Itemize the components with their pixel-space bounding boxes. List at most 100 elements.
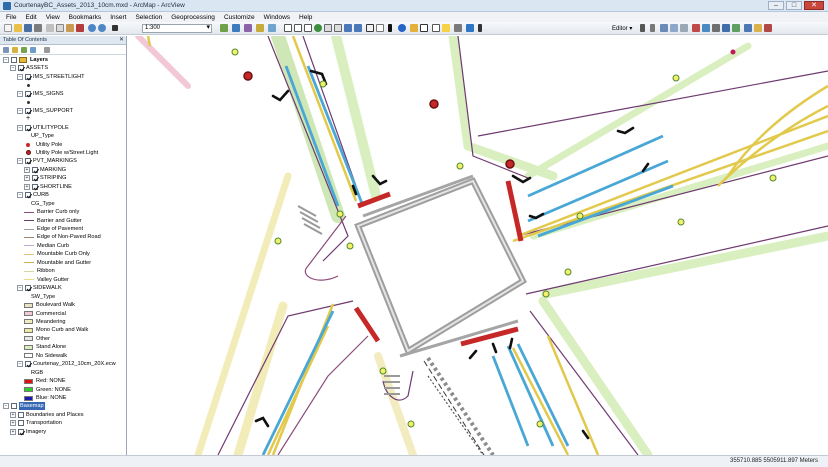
- layer-visibility-checkbox[interactable]: [25, 361, 31, 368]
- list-by-source-icon[interactable]: [12, 47, 18, 53]
- map-canvas[interactable]: [128, 36, 828, 455]
- menu-windows[interactable]: Windows: [264, 14, 290, 21]
- menu-bookmarks[interactable]: Bookmarks: [69, 14, 102, 21]
- toc-close-icon[interactable]: ✕: [119, 36, 124, 45]
- layer-visibility-checkbox[interactable]: [32, 166, 38, 173]
- toc-row[interactable]: No Sidewalk: [24, 352, 67, 360]
- save-icon[interactable]: [24, 24, 32, 32]
- close-button[interactable]: ✕: [804, 1, 824, 10]
- toc-row[interactable]: − Courtenay_2012_10cm_20X.ecw: [17, 360, 116, 368]
- expand-icon[interactable]: +: [24, 175, 30, 182]
- layer-visibility-checkbox[interactable]: [25, 158, 31, 165]
- toc-row[interactable]: + MARKING: [24, 166, 66, 174]
- list-by-visibility-icon[interactable]: [21, 47, 27, 53]
- toc-row[interactable]: Utility Pole w/Street Light: [24, 149, 98, 157]
- toc-row[interactable]: + Imagery: [10, 428, 46, 436]
- catalog-icon[interactable]: [244, 24, 252, 32]
- toc-row[interactable]: − PVT_MARKINGS: [17, 157, 77, 165]
- toc-row[interactable]: − CURB: [17, 191, 49, 199]
- time-slider-icon[interactable]: [466, 24, 474, 32]
- options-icon[interactable]: [44, 47, 50, 53]
- arctoolbox-icon[interactable]: [232, 24, 240, 32]
- toc-row[interactable]: SW_Type: [31, 293, 55, 301]
- expand-icon[interactable]: +: [10, 428, 16, 435]
- toc-row[interactable]: Edge of Pavement: [24, 225, 83, 233]
- collapse-icon[interactable]: −: [17, 192, 23, 199]
- collapse-icon[interactable]: −: [17, 158, 23, 165]
- straight-segment-icon[interactable]: [660, 24, 668, 32]
- toc-row[interactable]: Barrier and Gutter: [24, 217, 82, 225]
- maximize-button[interactable]: □: [786, 1, 802, 10]
- expand-icon[interactable]: +: [24, 166, 30, 173]
- go-back-icon[interactable]: [344, 24, 352, 32]
- html-popup-icon[interactable]: [410, 24, 418, 32]
- menu-view[interactable]: View: [46, 14, 60, 21]
- collapse-icon[interactable]: −: [10, 65, 16, 72]
- toc-row[interactable]: − Basemap: [3, 402, 45, 411]
- python-window-icon[interactable]: [268, 24, 276, 32]
- toc-row[interactable]: Mono Curb and Walk: [24, 326, 88, 334]
- layer-visibility-checkbox[interactable]: [25, 192, 31, 199]
- layer-visibility-checkbox[interactable]: [25, 73, 31, 80]
- collapse-icon[interactable]: −: [17, 73, 23, 80]
- toc-row[interactable]: + Transportation: [10, 419, 62, 427]
- layer-visibility-checkbox[interactable]: [18, 428, 24, 435]
- toc-row[interactable]: Mountable Curb Only: [24, 250, 90, 258]
- layer-visibility-checkbox[interactable]: [18, 411, 24, 418]
- edit-annotation-icon[interactable]: [650, 24, 655, 32]
- edit-vertices-icon[interactable]: [692, 24, 700, 32]
- zoom-in-icon[interactable]: [284, 24, 292, 32]
- rotate-icon[interactable]: [732, 24, 740, 32]
- layer-visibility-checkbox[interactable]: [25, 285, 31, 292]
- layer-visibility-checkbox[interactable]: [32, 175, 38, 182]
- toc-row[interactable]: − SIDEWALK: [17, 284, 62, 292]
- toc-row[interactable]: − IMS_SIGNS: [17, 90, 63, 98]
- collapse-icon[interactable]: −: [17, 361, 23, 368]
- list-by-drawing-order-icon[interactable]: [3, 47, 9, 53]
- toc-row[interactable]: Boulevard Walk: [24, 301, 75, 309]
- trace-icon[interactable]: [670, 24, 678, 32]
- cut-polygons-icon[interactable]: [712, 24, 720, 32]
- collapse-icon[interactable]: −: [17, 107, 23, 114]
- select-features-icon[interactable]: [366, 24, 374, 32]
- toc-row[interactable]: RGB: [31, 369, 43, 377]
- expand-icon[interactable]: +: [24, 183, 30, 190]
- go-forward-icon[interactable]: [354, 24, 362, 32]
- toc-row[interactable]: Edge of Non-Paved Road: [24, 233, 101, 241]
- find-icon[interactable]: [432, 24, 440, 32]
- toc-row[interactable]: − IMS_SUPPORT: [17, 107, 73, 115]
- search-window-icon[interactable]: [256, 24, 264, 32]
- create-viewer-icon[interactable]: [478, 24, 482, 32]
- menu-selection[interactable]: Selection: [135, 14, 162, 21]
- print-icon[interactable]: [34, 24, 42, 32]
- toc-row[interactable]: Median Curb: [24, 242, 69, 250]
- toc-row[interactable]: Green: NONE: [24, 386, 71, 394]
- toc-row[interactable]: Red: NONE: [24, 377, 66, 385]
- collapse-icon[interactable]: −: [17, 124, 23, 131]
- toc-row[interactable]: Meandering: [24, 318, 66, 326]
- create-features-icon[interactable]: [764, 24, 772, 32]
- menu-insert[interactable]: Insert: [110, 14, 126, 21]
- toc-row[interactable]: Utility Pole: [24, 141, 62, 149]
- layer-visibility-checkbox[interactable]: [11, 57, 17, 63]
- reshape-icon[interactable]: [702, 24, 710, 32]
- redo-icon[interactable]: [98, 24, 106, 32]
- undo-icon[interactable]: [88, 24, 96, 32]
- layer-visibility-checkbox[interactable]: [25, 90, 31, 97]
- point-icon[interactable]: [680, 24, 688, 32]
- toc-row[interactable]: Valley Gutter: [24, 276, 69, 284]
- map-scale-dropdown[interactable]: 1:300: [142, 24, 212, 33]
- menu-edit[interactable]: Edit: [25, 14, 36, 21]
- toc-row[interactable]: Commercial: [24, 310, 66, 318]
- menu-file[interactable]: File: [6, 14, 16, 21]
- measure-icon[interactable]: [420, 24, 428, 32]
- cut-icon[interactable]: [46, 24, 54, 32]
- toc-row[interactable]: Barrier Curb only: [24, 208, 79, 216]
- toc-row[interactable]: + STRIPING: [24, 174, 66, 182]
- editor-dropdown[interactable]: Editor ▾: [612, 25, 632, 32]
- toc-row[interactable]: [24, 98, 32, 106]
- zoom-out-icon[interactable]: [294, 24, 302, 32]
- paste-icon[interactable]: [66, 24, 74, 32]
- layer-visibility-checkbox[interactable]: [25, 124, 31, 131]
- collapse-icon[interactable]: −: [17, 90, 23, 97]
